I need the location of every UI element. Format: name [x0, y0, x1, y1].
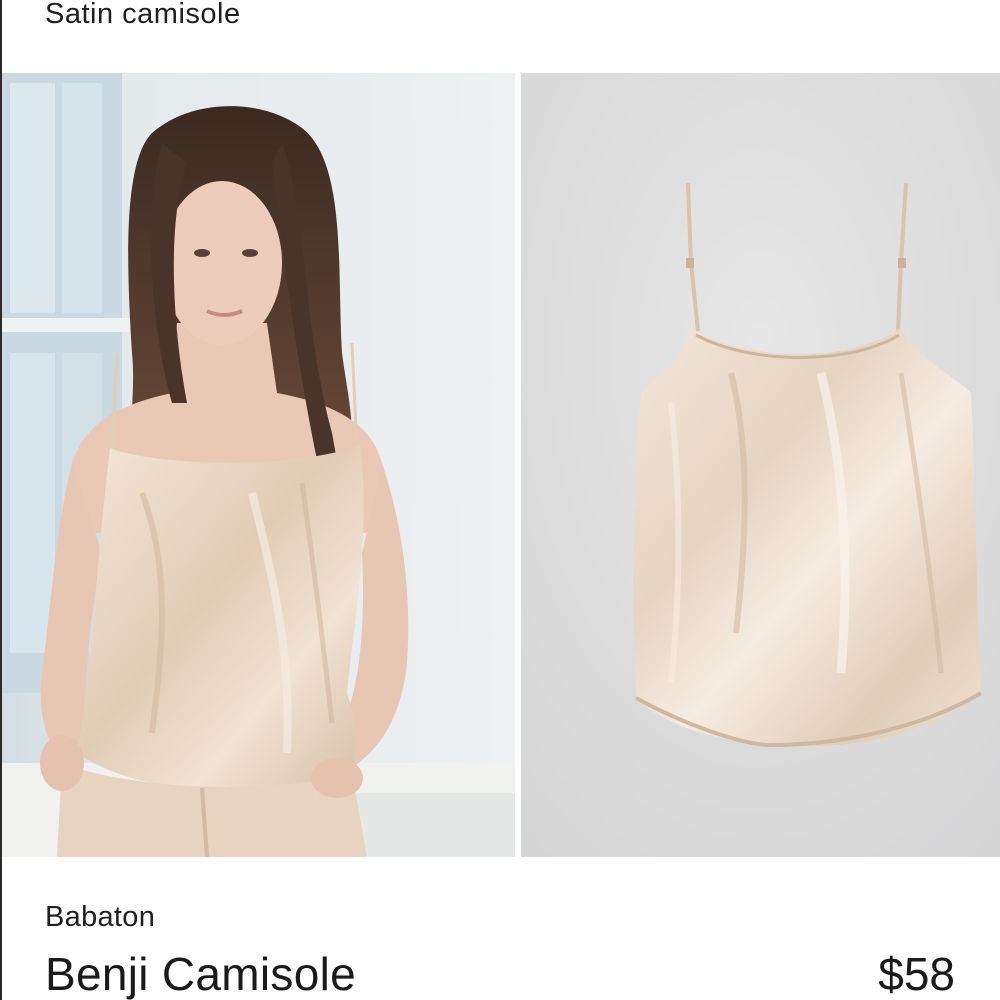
product-photo-model[interactable]	[2, 73, 515, 857]
brand-name[interactable]: Babaton	[45, 901, 155, 934]
listing-title: Satin camisole	[45, 0, 241, 30]
product-info: Babaton Benji Camisole $58	[0, 857, 1000, 1000]
product-name[interactable]: Benji Camisole	[45, 947, 356, 1000]
image-gallery[interactable]	[2, 73, 1000, 857]
model-photo-illustration	[2, 73, 515, 857]
product-page: Satin camisole Babaton Benji Camisole $5…	[0, 0, 1000, 1000]
product-price: $58	[878, 948, 955, 1000]
product-photo-flat[interactable]	[521, 73, 1000, 857]
listing-header: Satin camisole	[0, 0, 1000, 72]
flatlay-photo-illustration	[521, 73, 1000, 857]
